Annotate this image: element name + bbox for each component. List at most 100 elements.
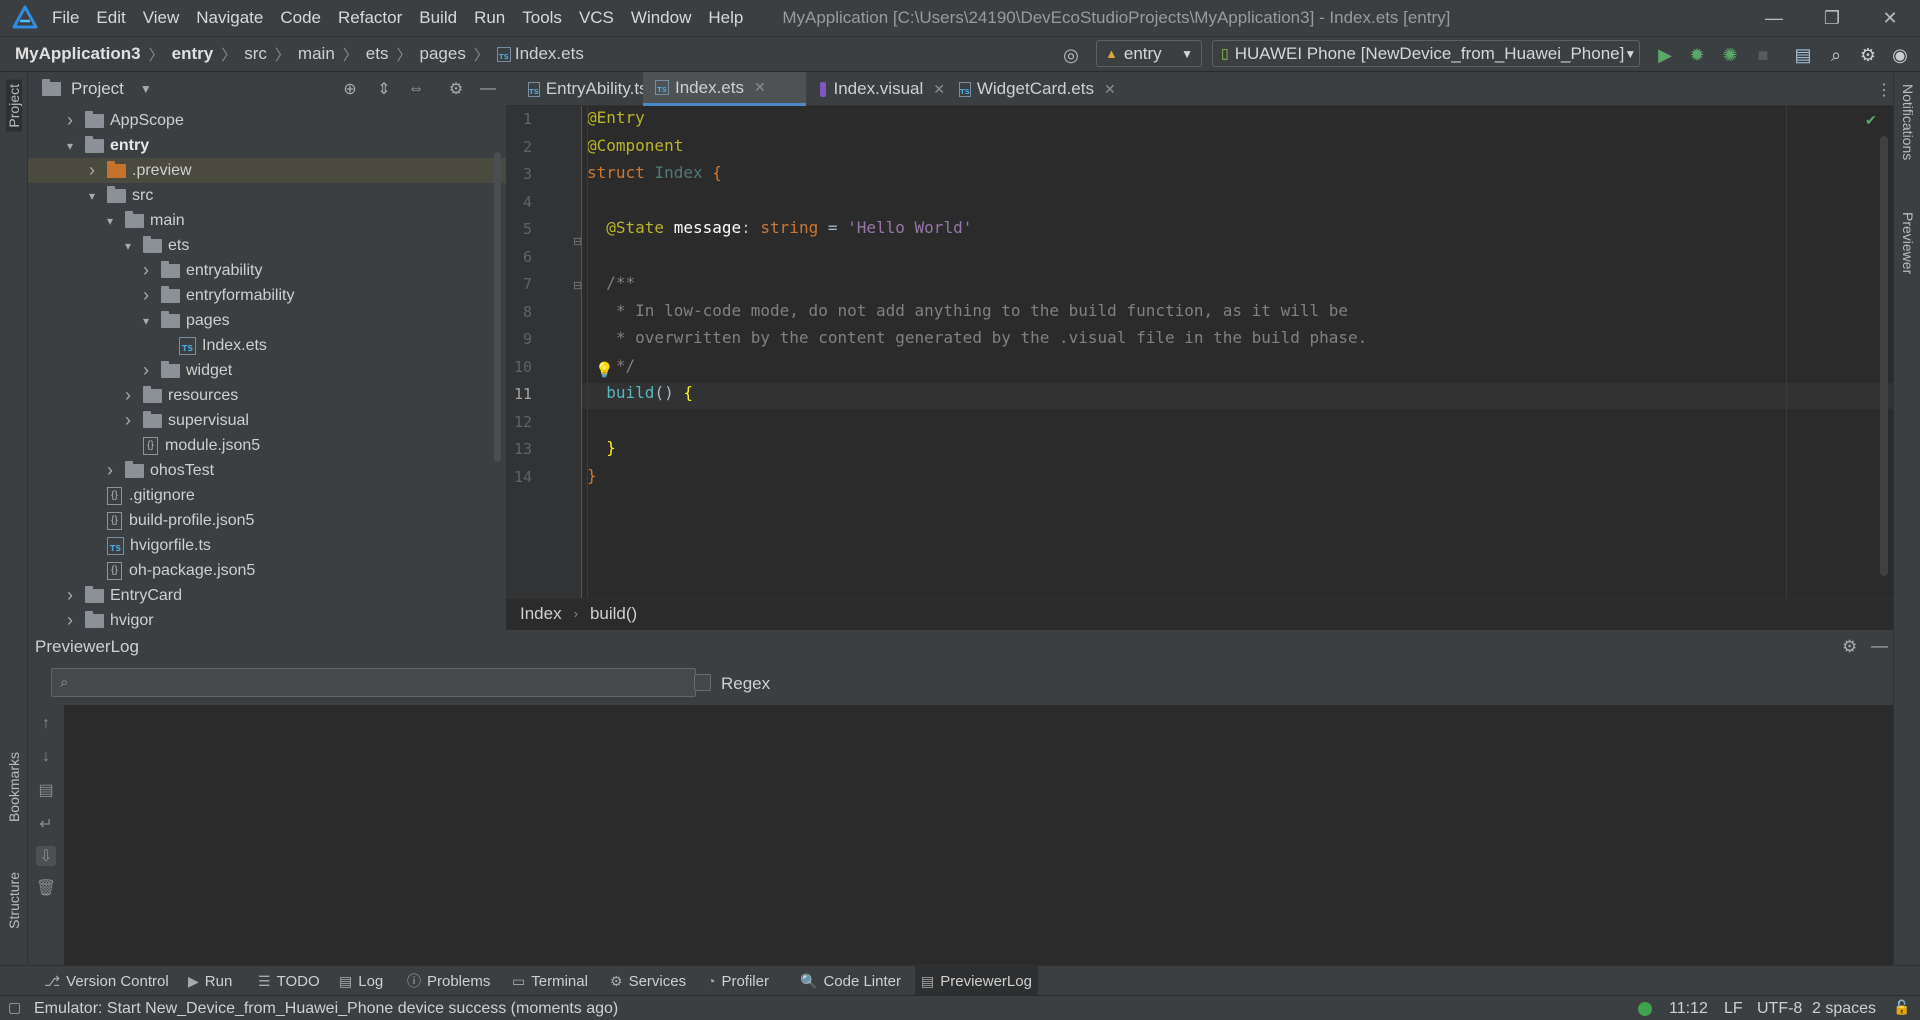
tree-item[interactable]: TS Index.ets	[28, 333, 506, 358]
chevron-right-icon[interactable]: ›	[121, 410, 135, 431]
code-line[interactable]: * In low-code mode, do not add anything …	[587, 301, 1348, 320]
search-icon[interactable]: ⌕	[1825, 44, 1847, 66]
tool-tab[interactable]: ▶ Run	[182, 966, 238, 996]
tree-item[interactable]: › supervisual	[28, 408, 506, 433]
code-line[interactable]: @Component	[587, 136, 683, 155]
notifications-tool-button[interactable]: Notifications	[1900, 84, 1916, 160]
tool-tab[interactable]: ⚙ Services	[604, 966, 692, 996]
breadcrumb-item[interactable]: pages	[420, 44, 466, 64]
lightbulb-icon[interactable]: 💡	[595, 361, 614, 379]
locate-icon[interactable]: ⊕	[340, 79, 360, 99]
breadcrumb-item[interactable]: entry	[172, 44, 214, 64]
minimize-button[interactable]: —	[1745, 0, 1803, 36]
tree-item[interactable]: TS hvigorfile.ts	[28, 533, 506, 558]
chevron-right-icon[interactable]: ›	[139, 260, 153, 281]
code-line[interactable]: @State message: string = 'Hello World'	[587, 218, 972, 237]
tree-item[interactable]: {} module.json5	[28, 433, 506, 458]
code-line[interactable]: struct Index {	[587, 163, 722, 182]
fold-icon[interactable]: ⊟	[573, 235, 582, 248]
chevron-down-icon[interactable]: ▾	[121, 239, 135, 253]
tree-item[interactable]: ▾ main	[28, 208, 506, 233]
stop-icon[interactable]: ■	[1752, 44, 1774, 66]
code-line[interactable]: }	[587, 438, 616, 457]
breadcrumb-item[interactable]: ets	[366, 44, 389, 64]
settings-icon[interactable]: ⚙	[1842, 637, 1857, 657]
clear-all-icon[interactable]: 🗑	[36, 878, 56, 898]
soft-wrap-icon[interactable]: ↵	[36, 814, 56, 834]
file-encoding[interactable]: UTF-8	[1757, 1000, 1802, 1018]
collapse-all-icon[interactable]: ⇔	[406, 79, 426, 99]
chevron-down-icon[interactable]: ▾	[103, 214, 117, 228]
log-output[interactable]	[64, 705, 1893, 965]
tree-item[interactable]: {} oh-package.json5	[28, 558, 506, 583]
code-line[interactable]: }	[587, 466, 597, 485]
settings-icon[interactable]: ⚙	[446, 79, 466, 99]
chevron-down-icon[interactable]: ▾	[63, 139, 77, 153]
breadcrumb-item[interactable]: MyApplication3	[15, 44, 141, 64]
tool-tab[interactable]: 🔍 Code Linter	[794, 966, 907, 996]
more-tabs-icon[interactable]: ⋮	[1876, 80, 1892, 100]
chevron-right-icon[interactable]: ›	[139, 285, 153, 306]
menu-view[interactable]: View	[143, 8, 180, 28]
close-button[interactable]: ✕	[1861, 0, 1919, 36]
settings-icon[interactable]: ⚙	[1857, 44, 1879, 66]
tool-tab[interactable]: ▭ Terminal	[506, 966, 594, 996]
project-structure-icon[interactable]: ▤	[1792, 44, 1814, 66]
scroll-down-icon[interactable]: ↓	[36, 747, 56, 767]
hide-icon[interactable]: —	[1871, 636, 1888, 656]
lock-icon[interactable]: 🔓	[1893, 999, 1910, 1016]
menu-run[interactable]: Run	[474, 8, 505, 28]
tree-item[interactable]: › widget	[28, 358, 506, 383]
code-line[interactable]: @Entry	[587, 108, 645, 127]
chevron-right-icon[interactable]: ›	[63, 585, 77, 606]
status-message[interactable]: Emulator: Start New_Device_from_Huawei_P…	[34, 1000, 618, 1018]
tool-tab[interactable]: ▤ PreviewerLog	[915, 966, 1038, 996]
scroll-to-end-icon[interactable]: ⇩	[36, 846, 56, 866]
chevron-right-icon[interactable]: ›	[63, 110, 77, 131]
editor-tab[interactable]: TS Index.ets ✕	[643, 72, 806, 106]
tool-tab[interactable]: ☰ TODO	[252, 966, 326, 996]
tree-item[interactable]: {} .gitignore	[28, 483, 506, 508]
tree-item[interactable]: › ohosTest	[28, 458, 506, 483]
attach-debugger-icon[interactable]: ✺	[1719, 44, 1741, 66]
tree-item[interactable]: › EntryCard	[28, 583, 506, 608]
code-editor[interactable]: 1 2 3 4 5 6 7 8 9 10 11 12 13 14 @Entry @Component stru…	[506, 106, 1893, 598]
editor-tab[interactable]: TSEntryAbility.ts✕	[516, 72, 669, 106]
tool-tab[interactable]: ⓘ Problems	[401, 966, 496, 996]
tree-item[interactable]: ▾ entry	[28, 133, 506, 158]
menu-vcs[interactable]: VCS	[579, 8, 614, 28]
tree-item[interactable]: › .preview	[28, 158, 506, 183]
chevron-right-icon[interactable]: ›	[121, 385, 135, 406]
account-icon[interactable]: ◉	[1889, 44, 1911, 66]
chevron-right-icon[interactable]: ›	[103, 460, 117, 481]
scroll-up-icon[interactable]: ↑	[36, 714, 56, 734]
filter-icon[interactable]: ▤	[36, 780, 56, 800]
menu-tools[interactable]: Tools	[522, 8, 562, 28]
hide-icon[interactable]: —	[478, 79, 498, 99]
line-separator[interactable]: LF	[1724, 1000, 1743, 1018]
fold-icon[interactable]: ⊟	[573, 279, 582, 292]
menu-navigate[interactable]: Navigate	[196, 8, 263, 28]
chevron-right-icon[interactable]: ›	[63, 610, 77, 631]
previewer-tool-button[interactable]: Previewer	[1900, 212, 1916, 274]
tool-tab[interactable]: ▤ Log	[333, 966, 389, 996]
project-panel-title[interactable]: Project	[71, 79, 124, 99]
structure-tool-button[interactable]: Structure	[6, 872, 22, 929]
menu-code[interactable]: Code	[280, 8, 321, 28]
chevron-down-icon[interactable]: ▼	[140, 82, 152, 96]
chevron-down-icon[interactable]: ▾	[85, 189, 99, 203]
close-icon[interactable]: ✕	[933, 81, 945, 98]
indent-setting[interactable]: 2 spaces	[1812, 1000, 1876, 1018]
editor-breadcrumb-item[interactable]: build()	[590, 604, 637, 624]
editor-scrollbar[interactable]	[1880, 136, 1888, 576]
breadcrumb-item[interactable]: Index.ets	[515, 44, 584, 64]
project-tool-button[interactable]: Project	[6, 80, 22, 132]
tree-item[interactable]: ▾ src	[28, 183, 506, 208]
close-icon[interactable]: ✕	[754, 79, 766, 96]
tree-item[interactable]: › entryformability	[28, 283, 506, 308]
expand-all-icon[interactable]: ⇕	[374, 79, 394, 99]
caret-position[interactable]: 11:12	[1669, 1000, 1708, 1018]
chevron-right-icon[interactable]: ›	[139, 360, 153, 381]
menu-file[interactable]: File	[52, 8, 79, 28]
tree-item[interactable]: ▾ pages	[28, 308, 506, 333]
